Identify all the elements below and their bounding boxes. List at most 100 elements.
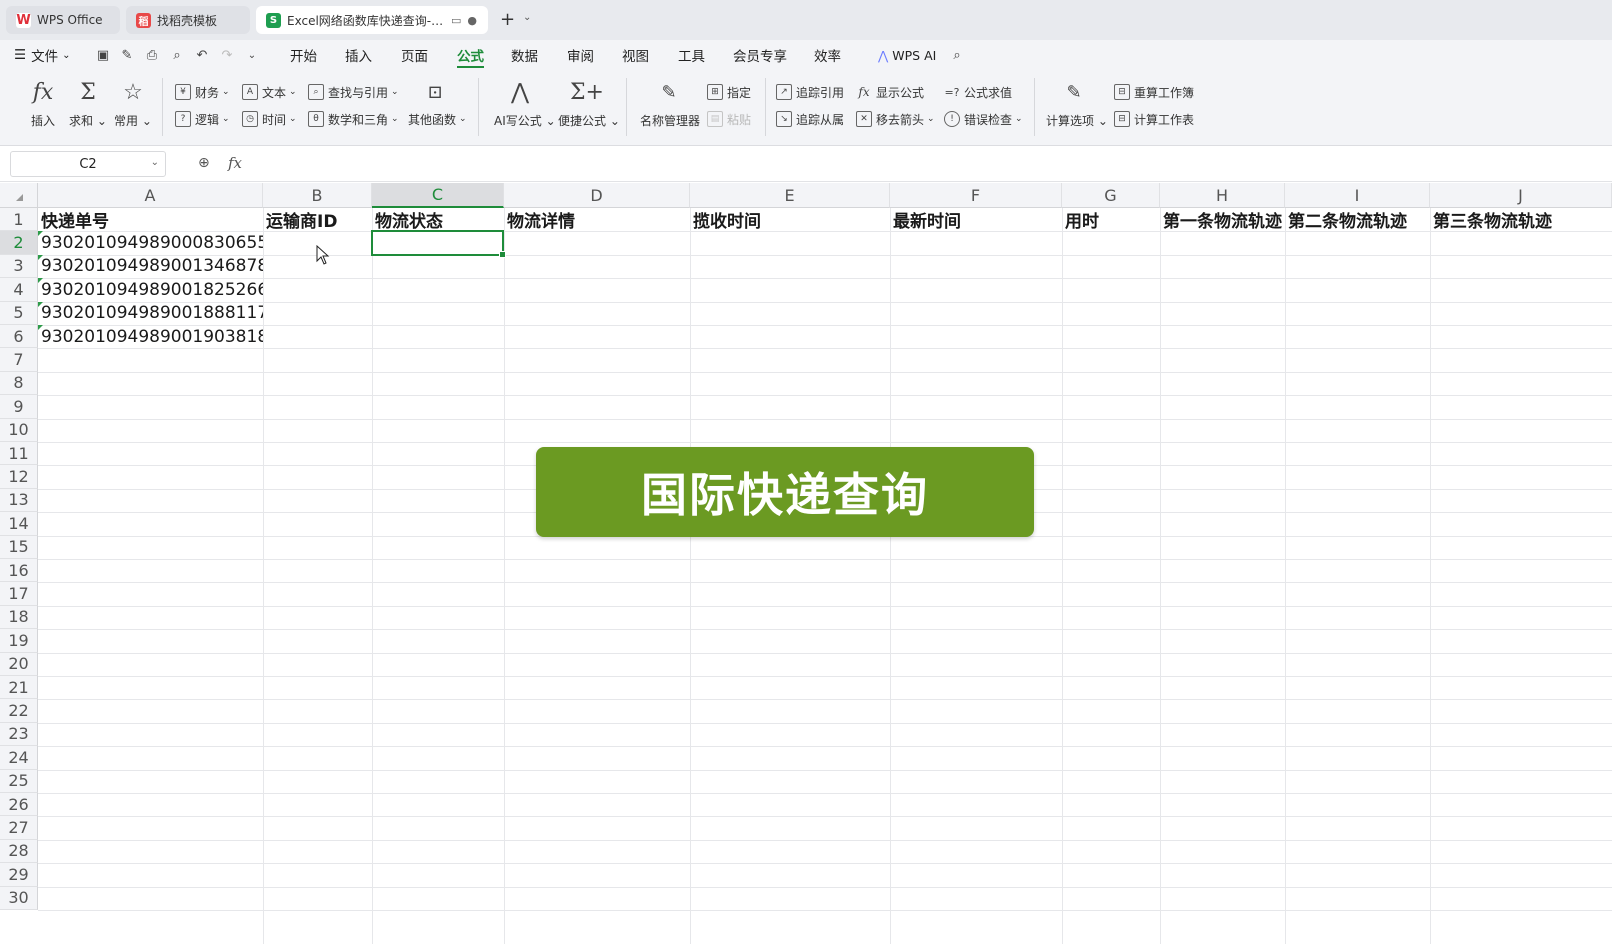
spreadsheet-grid[interactable]: A B C D E F G H I J 1 2 3 4 5 6 7 8 9 10 11 12 13 14 15 16 17 18 19 2… (0, 183, 1612, 944)
calc-sheet-button[interactable]: ⊟ 计算工作表 (1114, 109, 1194, 129)
redo-icon[interactable]: ↷ (218, 46, 236, 64)
new-tab-plus-icon[interactable]: + (500, 9, 515, 30)
active-cell-selection[interactable] (371, 230, 506, 259)
row-header-14[interactable]: 14 (0, 512, 38, 536)
tracking-number-cell[interactable]: 9302010949890019038180 (38, 325, 263, 348)
tab-wps-office[interactable]: W WPS Office (6, 6, 120, 34)
zoom-formula-icon[interactable]: ⊕ (198, 155, 210, 171)
row-header-4[interactable]: 4 (0, 278, 38, 302)
menu-efficiency[interactable]: 效率 (814, 40, 841, 70)
row-header-25[interactable]: 25 (0, 769, 38, 793)
header-cell-a1[interactable]: 快递单号 (38, 208, 263, 231)
quick-formula-button[interactable]: Σ+ 便捷公式 ⌄ (558, 78, 620, 129)
sum-button[interactable]: Σ 求和 ⌄ (64, 78, 112, 129)
header-cell-j1[interactable]: 第三条物流轨迹 (1430, 208, 1612, 231)
calc-options-button[interactable]: ✎ 计算选项 ⌄ (1046, 78, 1108, 129)
column-header-a[interactable]: A (38, 183, 263, 208)
print-preview-icon[interactable]: ⌕ (168, 46, 186, 64)
trace-precedents-button[interactable]: ↗ 追踪引用 (776, 82, 844, 102)
header-cell-h1[interactable]: 第一条物流轨迹 (1160, 208, 1285, 231)
menu-start[interactable]: 开始 (290, 40, 317, 70)
row-header-5[interactable]: 5 (0, 301, 38, 325)
row-header-7[interactable]: 7 (0, 348, 38, 372)
row-header-23[interactable]: 23 (0, 722, 38, 747)
ai-formula-button[interactable]: ⋀ AI写公式 ⌄ (494, 78, 556, 129)
save-icon[interactable]: ▣ (94, 46, 112, 64)
menu-tools[interactable]: 工具 (678, 40, 705, 70)
column-header-h[interactable]: H (1160, 183, 1285, 208)
wps-ai-button[interactable]: ⋀ WPS AI (878, 40, 936, 70)
menu-data[interactable]: 数据 (511, 40, 538, 70)
evaluate-formula-button[interactable]: =? 公式求值 (944, 82, 1012, 102)
tracking-number-cell[interactable]: 9302010949890008306559 (38, 231, 263, 254)
common-functions-button[interactable]: ☆ 常用 ⌄ (109, 78, 157, 129)
row-header-6[interactable]: 6 (0, 325, 38, 349)
menu-insert[interactable]: 插入 (345, 40, 372, 70)
row-header-28[interactable]: 28 (0, 839, 38, 864)
tab-daoke-templates[interactable]: 稻 找稻壳模板 (126, 6, 250, 34)
row-header-11[interactable]: 11 (0, 442, 38, 466)
row-header-16[interactable]: 16 (0, 559, 38, 583)
chevron-down-icon[interactable]: ⌄ (243, 46, 261, 64)
screen-icon[interactable]: ▭ (451, 14, 461, 27)
unsaved-dot-icon[interactable]: ● (467, 14, 477, 27)
other-functions-button[interactable]: ⊡ (411, 78, 459, 108)
file-menu[interactable]: ☰ 文件 ⌄ (14, 40, 71, 70)
row-header-13[interactable]: 13 (0, 488, 38, 513)
row-header-29[interactable]: 29 (0, 863, 38, 887)
column-header-c[interactable]: C (372, 183, 504, 208)
row-header-8[interactable]: 8 (0, 371, 38, 396)
name-box[interactable]: C2 ⌄ (10, 151, 166, 177)
header-cell-g1[interactable]: 用时 (1062, 208, 1160, 231)
menu-view[interactable]: 视图 (622, 40, 649, 70)
header-cell-i1[interactable]: 第二条物流轨迹 (1285, 208, 1430, 231)
tab-excel-document[interactable]: S Excel网络函数库快递查询-国际 ▭ ● (256, 6, 488, 34)
time-button[interactable]: ◷ 时间 ⌄ (242, 109, 297, 129)
paste-button[interactable]: ▤ 粘贴 (707, 109, 751, 129)
row-header-26[interactable]: 26 (0, 793, 38, 817)
row-header-3[interactable]: 3 (0, 254, 38, 279)
column-header-g[interactable]: G (1062, 183, 1160, 208)
tracking-number-cell[interactable]: 9302010949890013468785 (38, 254, 263, 278)
tracking-number-cell[interactable]: 9302010949890018252662 (38, 278, 263, 301)
row-header-27[interactable]: 27 (0, 816, 38, 840)
chevron-down-icon[interactable]: ⌄ (523, 12, 531, 23)
row-header-12[interactable]: 12 (0, 465, 38, 489)
trace-dependents-button[interactable]: ↘ 追踪从属 (776, 109, 844, 129)
row-header-18[interactable]: 18 (0, 605, 38, 630)
row-header-20[interactable]: 20 (0, 652, 38, 676)
column-header-j[interactable]: J (1430, 183, 1612, 208)
formula-input[interactable] (256, 151, 1612, 177)
row-header-22[interactable]: 22 (0, 699, 38, 723)
menu-formula[interactable]: 公式 (457, 40, 484, 70)
header-cell-b1[interactable]: 运输商ID (263, 208, 372, 231)
brush-icon[interactable]: ✎ (118, 46, 136, 64)
row-header-2[interactable]: 2 (0, 231, 38, 255)
row-header-19[interactable]: 19 (0, 629, 38, 653)
lookup-reference-button[interactable]: ⌕ 查找与引用 ⌄ (308, 82, 399, 102)
remove-arrows-button[interactable]: ✕ 移去箭头 ⌄ (856, 109, 935, 129)
column-header-i[interactable]: I (1285, 183, 1430, 208)
row-header-30[interactable]: 30 (0, 886, 38, 910)
logic-button[interactable]: ? 逻辑 ⌄ (175, 109, 230, 129)
recalc-workbook-button[interactable]: ⊟ 重算工作簿 (1114, 82, 1194, 102)
tracking-number-cell[interactable]: 9302010949890018881176 (38, 301, 263, 325)
header-cell-e1[interactable]: 揽收时间 (690, 208, 890, 231)
header-cell-c1[interactable]: 物流状态 (372, 208, 504, 231)
math-trig-button[interactable]: θ 数学和三角 ⌄ (308, 109, 399, 129)
print-icon[interactable]: ⎙ (143, 46, 161, 64)
chevron-down-icon[interactable]: ⌄ (151, 157, 159, 168)
row-header-15[interactable]: 15 (0, 535, 38, 559)
name-manager-button[interactable]: ✎ 名称管理器 (640, 78, 700, 129)
undo-icon[interactable]: ↶ (193, 46, 211, 64)
menu-member[interactable]: 会员专享 (733, 40, 787, 70)
error-check-button[interactable]: ! 错误检查 ⌄ (944, 109, 1023, 129)
text-button[interactable]: A 文本 ⌄ (242, 82, 297, 102)
header-cell-d1[interactable]: 物流详情 (504, 208, 690, 231)
row-header-17[interactable]: 17 (0, 582, 38, 606)
search-icon[interactable]: ⌕ (948, 46, 966, 64)
row-header-10[interactable]: 10 (0, 418, 38, 442)
specify-button[interactable]: ⊞ 指定 (707, 82, 751, 102)
show-formulas-button[interactable]: fx 显示公式 (856, 82, 924, 102)
row-header-21[interactable]: 21 (0, 676, 38, 700)
